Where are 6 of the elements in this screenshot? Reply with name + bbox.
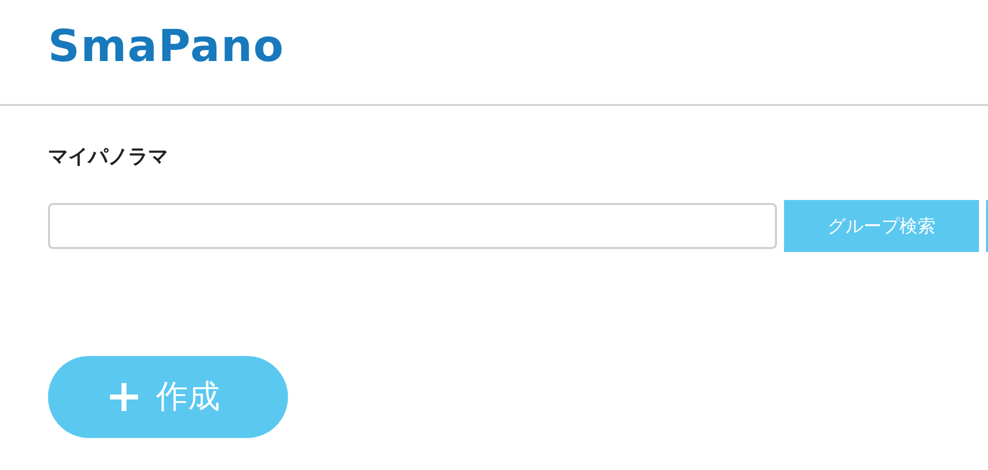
logo[interactable]: SmaPano — [48, 20, 285, 72]
plus-icon — [108, 381, 140, 413]
create-button[interactable]: 作成 — [48, 356, 288, 438]
group-search-button[interactable]: グループ検索 — [784, 200, 979, 252]
page-title: マイパノラマ — [48, 143, 169, 170]
search-field[interactable] — [48, 203, 777, 249]
